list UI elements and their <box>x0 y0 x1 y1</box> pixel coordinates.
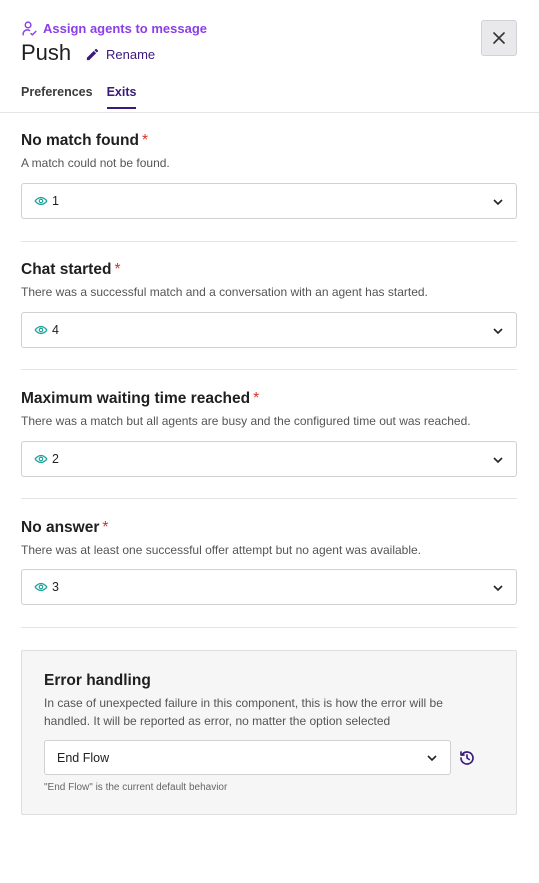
exit-max-waiting-time: Maximum waiting time reached * There was … <box>21 390 517 480</box>
exit-title: No match found * <box>21 132 149 149</box>
exit-chat-started: Chat started * There was a successful mat… <box>21 261 517 351</box>
chevron-down-icon <box>493 585 503 592</box>
exit-title: Chat started * <box>21 261 121 278</box>
required-mark: * <box>253 390 260 407</box>
tab-preferences[interactable]: Preferences <box>21 85 93 109</box>
eye-icon <box>34 196 48 206</box>
chevron-down-icon <box>493 199 503 206</box>
assign-agents-link[interactable]: Assign agents to message <box>21 20 207 37</box>
tab-exits[interactable]: Exits <box>106 85 137 109</box>
pencil-icon <box>86 48 99 61</box>
exit-select-value: 3 <box>52 580 59 594</box>
exit-description: There was a match but all agents are bus… <box>21 414 471 428</box>
close-button[interactable] <box>481 20 517 56</box>
exit-no-match-found: No match found * A match could not be fou… <box>21 132 517 222</box>
required-mark: * <box>114 261 121 278</box>
eye-icon <box>34 325 48 335</box>
exit-description: A match could not be found. <box>21 156 170 170</box>
exit-select-value: 4 <box>52 323 59 337</box>
rename-button[interactable]: Rename <box>85 47 155 62</box>
error-handling-hint: "End Flow" is the current default behavi… <box>44 782 228 793</box>
exit-description: There was at least one successful offer … <box>21 543 422 557</box>
exit-select[interactable]: 3 <box>21 569 517 605</box>
divider <box>21 627 517 628</box>
required-mark: * <box>102 519 109 536</box>
error-handling-panel: Error handling In case of unexpected fai… <box>21 650 517 815</box>
exit-select-value: 1 <box>52 194 59 208</box>
chevron-down-icon <box>427 755 437 762</box>
divider <box>21 498 517 499</box>
error-handling-description: In case of unexpected failure in this co… <box>44 696 443 728</box>
divider <box>21 241 517 242</box>
divider <box>21 369 517 370</box>
exit-select[interactable]: 1 <box>21 183 517 219</box>
exit-select[interactable]: 4 <box>21 312 517 348</box>
error-handling-select-value: End Flow <box>57 750 110 765</box>
close-icon <box>493 32 505 44</box>
assign-agents-icon <box>22 21 37 36</box>
exit-description: There was a successful match and a conve… <box>21 285 428 299</box>
exit-title: No answer * <box>21 519 109 536</box>
chevron-down-icon <box>493 457 503 464</box>
chevron-down-icon <box>493 328 503 335</box>
assign-agents-label: Assign agents to message <box>43 21 207 36</box>
rename-label: Rename <box>106 47 156 62</box>
exit-select-value: 2 <box>52 452 59 466</box>
error-handling-title: Error handling <box>44 672 151 689</box>
panel-header: Assign agents to message Push Rename Pre… <box>0 0 539 113</box>
eye-icon <box>34 454 48 464</box>
error-handling-select[interactable]: End Flow <box>44 740 451 775</box>
required-mark: * <box>141 132 149 149</box>
exit-title: Maximum waiting time reached * <box>21 390 260 407</box>
exit-select[interactable]: 2 <box>21 441 517 477</box>
exit-no-answer: No answer * There was at least one succes… <box>21 519 517 609</box>
page-title: Push <box>21 40 72 65</box>
reset-history-icon[interactable] <box>458 749 476 767</box>
tab-bar: Preferences Exits <box>21 85 137 109</box>
eye-icon <box>34 582 48 592</box>
